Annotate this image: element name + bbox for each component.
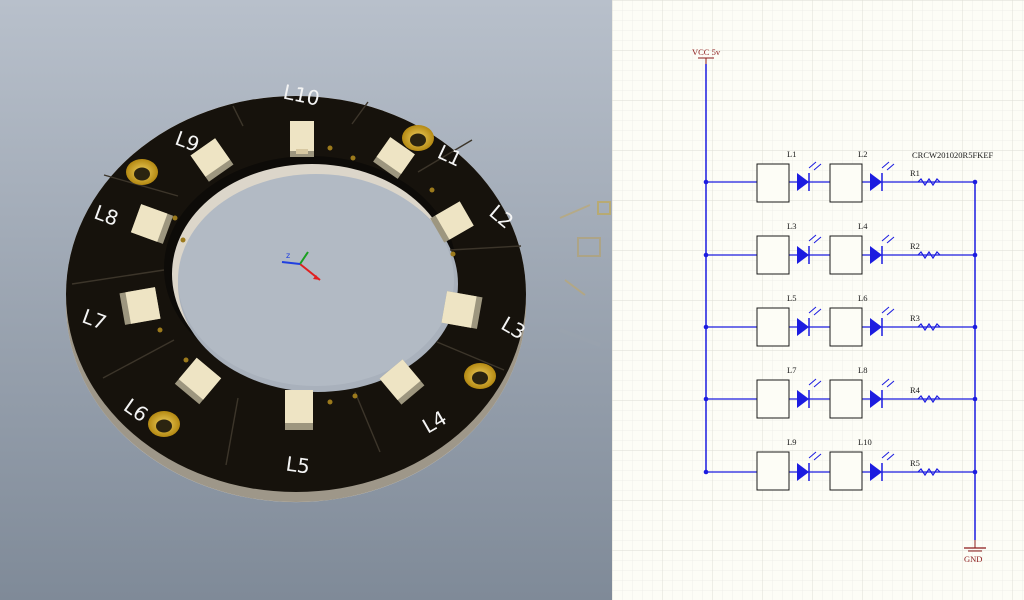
silk-label-l5: L5: [284, 452, 311, 479]
led-designator: L1: [787, 149, 796, 159]
app-root: L10 L1 L2 L3 L4 L5 L6 L7 L8 L9 z VCC 5v …: [0, 0, 1024, 600]
resistor-designator: R3: [910, 313, 920, 323]
led-designator: L9: [787, 437, 796, 447]
gnd-label: GND: [964, 554, 982, 564]
resistor-part-label: CRCW201020R5FKEF: [912, 150, 994, 160]
led-designator: L2: [858, 149, 867, 159]
pcb-viewport[interactable]: L10 L1 L2 L3 L4 L5 L6 L7 L8 L9 z: [0, 0, 612, 600]
resistor-designator: R5: [910, 458, 920, 468]
led-designator: L5: [787, 293, 796, 303]
led-designator: L4: [858, 221, 868, 231]
resistor-designator: R2: [910, 241, 920, 251]
led-component-l3[interactable]: [441, 291, 483, 329]
led-component-l10[interactable]: [290, 121, 314, 157]
led-designator: L10: [858, 437, 872, 447]
svg-text:z: z: [286, 251, 290, 260]
led-designator: L3: [787, 221, 796, 231]
vcc-label: VCC 5v: [692, 47, 721, 57]
schematic-canvas[interactable]: VCC 5v GND CRCW201020R5FKEF L1 L2 R1 L3 …: [612, 0, 1024, 600]
led-designator: L7: [787, 365, 796, 375]
schematic-view[interactable]: VCC 5v GND CRCW201020R5FKEF L1 L2 R1 L3 …: [612, 0, 1024, 600]
led-designator: L8: [858, 365, 867, 375]
mounting-pad: [126, 159, 158, 185]
resistor-designator: R4: [910, 385, 921, 395]
led-designator: L6: [858, 293, 867, 303]
pcb-3d-view[interactable]: L10 L1 L2 L3 L4 L5 L6 L7 L8 L9 z: [0, 0, 612, 600]
resistor-designator: R1: [910, 168, 920, 178]
mounting-pad: [464, 363, 496, 389]
mounting-pad: [148, 411, 180, 437]
led-component-l5[interactable]: [285, 390, 313, 430]
schematic-grid: [612, 0, 1024, 600]
led-component-l7[interactable]: [119, 287, 161, 325]
mounting-pad: [402, 125, 434, 151]
